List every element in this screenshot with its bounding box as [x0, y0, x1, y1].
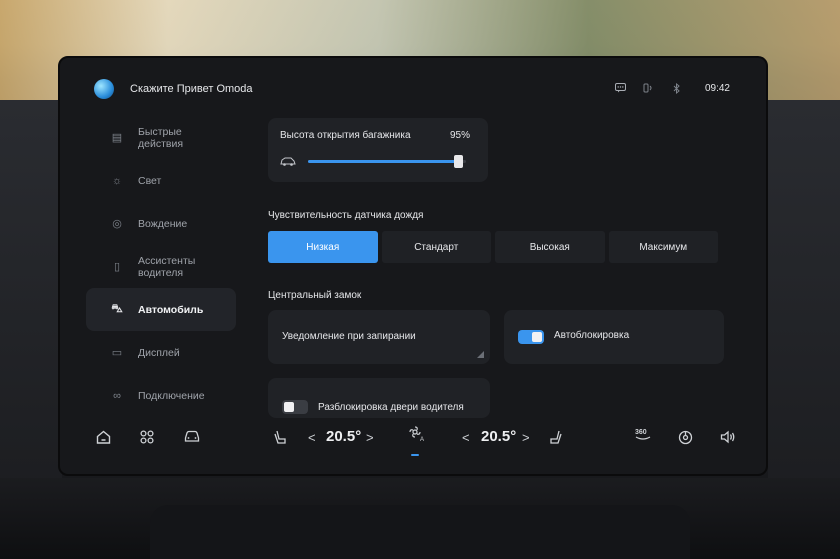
sidebar-item-label: Ассистенты водителя: [138, 254, 196, 279]
toggle-knob: [284, 402, 294, 412]
sidebar-item-vehicle[interactable]: ⛍ Автомобиль: [86, 288, 236, 331]
sidebar-item-label: Свет: [138, 174, 162, 187]
sidebar-item-display[interactable]: ▭ Дисплей: [86, 331, 236, 374]
air-vent: [150, 505, 690, 559]
driver-door-unlock-label: Разблокировка двери водителя: [318, 402, 464, 413]
sidebar-item-label: Подключение: [138, 389, 205, 402]
volume-icon[interactable]: [720, 430, 736, 447]
seat-heat-right-icon[interactable]: [550, 430, 562, 448]
sidebar-item-light[interactable]: ☼ Свет: [86, 159, 236, 202]
fan-auto-icon[interactable]: A: [409, 426, 427, 445]
signal-icon: [643, 82, 655, 94]
sidebar-item-label: Автомобиль: [138, 303, 204, 316]
expand-corner-icon: [477, 351, 484, 358]
autolock-label: Автоблокировка: [554, 330, 630, 341]
slider-fill: [308, 160, 459, 163]
lock-notification-label: Уведомление при запирании: [282, 331, 416, 342]
settings-sidebar: ▤ Быстрые действия ☼ Свет ◎ Вождение ▯ А…: [86, 116, 236, 417]
light-icon: ☼: [111, 174, 123, 187]
sidebar-item-driver-assist[interactable]: ▯ Ассистенты водителя: [86, 245, 236, 288]
quick-actions-icon: ▤: [111, 132, 123, 144]
message-icon[interactable]: [615, 82, 627, 94]
bluetooth-icon: [671, 82, 683, 94]
rain-option-max[interactable]: Максимум: [608, 231, 718, 263]
trunk-height-card: Высота открытия багажника 95%: [268, 118, 488, 182]
voice-assistant-icon[interactable]: [94, 79, 114, 99]
central-lock-title: Центральный замок: [268, 290, 362, 301]
right-temp-up-button[interactable]: >: [522, 430, 530, 445]
right-temperature: 20.5°: [481, 428, 517, 445]
infotainment-screen: Скажите Привет Omoda 09:42 ▤ Быстрые дей…: [58, 56, 768, 476]
seat-heat-left-icon[interactable]: [274, 430, 286, 448]
camera-360-icon[interactable]: 360: [634, 426, 652, 445]
lock-notification-card[interactable]: Уведомление при запирании: [268, 310, 490, 364]
slider-thumb[interactable]: [453, 155, 463, 168]
rain-sensor-title: Чувствительность датчика дождя: [268, 210, 424, 221]
home-icon[interactable]: [96, 430, 111, 447]
bottom-dock: < 20.5° > A < 20.5° > 360: [60, 414, 766, 464]
sidebar-item-label: Дисплей: [138, 346, 180, 359]
rain-option-high[interactable]: Высокая: [495, 231, 605, 263]
autolock-card: Автоблокировка: [504, 310, 724, 364]
trunk-icon: [280, 155, 296, 170]
trunk-height-label: Высота открытия багажника: [280, 130, 411, 141]
car-icon: ⛍: [111, 302, 123, 315]
sidebar-item-label: Быстрые действия: [138, 125, 184, 150]
assistant-prompt[interactable]: Скажите Привет Omoda: [130, 83, 253, 95]
car-icon[interactable]: [184, 430, 200, 446]
sidebar-item-label: Вождение: [138, 217, 188, 230]
sidebar-item-driving[interactable]: ◎ Вождение: [86, 202, 236, 245]
driver-assist-icon: ▯: [113, 261, 121, 273]
rain-option-low[interactable]: Низкая: [268, 231, 378, 263]
driver-door-unlock-toggle[interactable]: [282, 400, 308, 414]
steering-wheel-icon: ◎: [112, 218, 122, 230]
sidebar-item-quick-actions[interactable]: ▤ Быстрые действия: [86, 116, 236, 159]
display-icon: ▭: [111, 347, 123, 359]
driver-door-unlock-card: Разблокировка двери водителя: [268, 378, 490, 418]
sidebar-item-connection[interactable]: ∞ Подключение: [86, 374, 236, 417]
top-bar: Скажите Привет Omoda 09:42: [60, 58, 766, 120]
left-temp-down-button[interactable]: <: [308, 430, 316, 445]
apps-icon[interactable]: [140, 430, 154, 447]
right-temp-down-button[interactable]: <: [462, 430, 470, 445]
rain-sensitivity-selector: Низкая Стандарт Высокая Максимум: [268, 231, 718, 263]
fan-active-indicator: [411, 454, 419, 456]
status-bar: 09:42: [615, 82, 730, 94]
rain-option-standard[interactable]: Стандарт: [381, 231, 491, 263]
trunk-height-slider[interactable]: [308, 155, 466, 168]
autolock-toggle[interactable]: [518, 330, 544, 344]
left-temperature: 20.5°: [326, 428, 362, 445]
camera-360-label: 360: [635, 429, 647, 436]
media-icon[interactable]: [678, 430, 693, 448]
left-temp-up-button[interactable]: >: [366, 430, 374, 445]
link-icon: ∞: [113, 389, 121, 402]
svg-text:A: A: [420, 437, 424, 442]
trunk-height-value: 95%: [449, 130, 470, 141]
toggle-knob: [532, 332, 542, 342]
clock: 09:42: [704, 82, 730, 94]
